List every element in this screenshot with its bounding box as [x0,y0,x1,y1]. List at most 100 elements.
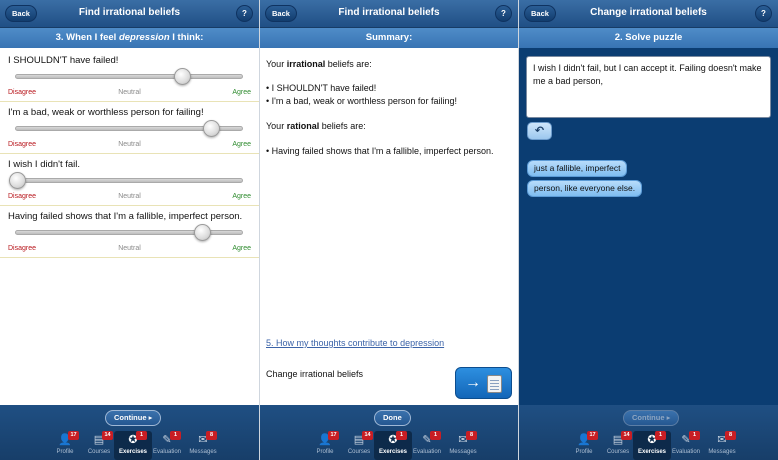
tab-label: Courses [606,449,630,455]
rating-slider-thumb[interactable] [174,68,192,85]
rating-slider-track[interactable] [15,178,243,183]
notification-badge: 1 [655,431,666,440]
notification-badge: 17 [68,431,79,440]
tab-exercises[interactable]: ✪ 1 Exercises [374,431,412,460]
heading-pre: Your [266,121,285,131]
step-header-emotion: depression [118,32,170,43]
puzzle-piece[interactable]: person, like everyone else. [527,180,643,197]
irrational-belief-item: • I'm a bad, weak or worthless person fo… [266,96,457,106]
tab-label: Profile [316,449,334,455]
notification-badge: 17 [328,431,339,440]
bottom-bar: Continue ▸ 👤 17 Profile ▤ 14 Courses ✪ 1 Exercis… [519,405,778,460]
notification-badge: 14 [362,431,373,440]
tab-label: Messages [449,449,477,455]
heading-post: beliefs are: [327,59,372,69]
tab-label: Exercises [118,449,148,455]
neutral-label: Neutral [118,89,141,96]
change-beliefs-button[interactable]: → [455,367,512,399]
tab-label: Profile [56,449,74,455]
notification-badge: 17 [587,431,598,440]
nav-bar: Back Find irrational beliefs ? [0,0,259,28]
tab-label: Evaluation [412,449,442,455]
puzzle-piece[interactable]: just a fallible, imperfect [527,160,628,177]
rating-slider-thumb[interactable] [203,120,220,137]
continue-button[interactable]: Continue ▸ [623,410,680,426]
heading-pre: Your [266,59,285,69]
step-header-suffix: I think: [172,32,204,43]
tab-courses[interactable]: ▤ 14 Courses [80,431,118,460]
arrow-right-icon: → [465,374,481,391]
agree-label: Agree [232,141,251,148]
tab-messages[interactable]: ✉ 8 Messages [184,431,222,460]
tab-profile[interactable]: 👤 17 Profile [306,431,344,460]
nav-title: Change irrational beliefs [590,7,707,18]
thoughts-link[interactable]: 5. How my thoughts contribute to depress… [266,338,444,348]
step-header-prefix: 3. When I feel [55,32,117,43]
tab-courses[interactable]: ▤ 14 Courses [599,431,637,460]
rational-heading: Your rational beliefs are: [266,120,512,132]
notification-badge: 8 [725,431,736,440]
heading-bold: irrational [286,59,326,69]
answer-text-box: I wish I didn't fail, but I can accept i… [526,56,771,118]
neutral-label: Neutral [118,245,141,252]
tab-exercises[interactable]: ✪ 1 Exercises [633,431,671,460]
rating-slider-track[interactable] [15,74,243,79]
tab-evaluation[interactable]: ✎ 1 Evaluation [667,431,705,460]
agree-label: Agree [232,193,251,200]
tab-evaluation[interactable]: ✎ 1 Evaluation [148,431,186,460]
notification-badge: 8 [466,431,477,440]
agree-label: Agree [232,89,251,96]
nav-title: Find irrational beliefs [338,7,440,18]
tab-label: Evaluation [152,449,182,455]
tab-label: Exercises [378,449,408,455]
undo-icon[interactable]: ↶ [527,122,552,140]
notification-badge: 14 [102,431,113,440]
rating-slider-thumb[interactable] [194,224,212,241]
tab-label: Messages [189,449,217,455]
neutral-label: Neutral [118,141,141,148]
screen-change-irrational-beliefs: Back Change irrational beliefs ? 2. Solv… [519,0,778,460]
bottom-bar: Done 👤 17 Profile ▤ 14 Courses ✪ 1 Exercises ✎ 1 Ev… [260,405,518,460]
tab-bar: 👤 17 Profile ▤ 14 Courses ✪ 1 Exercises ✎ 1 Evaluat… [0,431,259,460]
help-button[interactable]: ? [495,5,512,22]
nav-title: Find irrational beliefs [78,7,181,18]
notification-badge: 1 [396,431,407,440]
continue-button[interactable]: Continue ▸ [105,410,162,426]
notification-badge: 8 [206,431,217,440]
tab-courses[interactable]: ▤ 14 Courses [340,431,378,460]
tab-label: Courses [347,449,371,455]
agree-label: Agree [232,245,251,252]
tab-profile[interactable]: 👤 17 Profile [565,431,603,460]
tab-profile[interactable]: 👤 17 Profile [46,431,84,460]
change-beliefs-label: Change irrational beliefs [266,369,364,379]
nav-bar: Back Find irrational beliefs ? [260,0,518,28]
document-icon [487,375,502,393]
bottom-bar: Continue ▸ 👤 17 Profile ▤ 14 Courses ✪ 1 Exercis… [0,405,259,460]
tab-messages[interactable]: ✉ 8 Messages [444,431,482,460]
nav-bar: Back Change irrational beliefs ? [519,0,778,28]
screen-find-irrational-beliefs-rating: Back Find irrational beliefs ? 3. When I… [0,0,259,460]
tab-label: Courses [87,449,111,455]
belief-rating-row: I'm a bad, weak or worthless person for … [0,102,259,154]
notification-badge: 1 [430,431,441,440]
heading-bold: rational [286,121,320,131]
notification-badge: 1 [136,431,147,440]
belief-statement: Having failed shows that I'm a fallible,… [8,211,243,222]
notification-badge: 1 [689,431,700,440]
step-header: 3. When I feel depression I think: [0,28,259,48]
heading-post: beliefs are: [321,121,366,131]
tab-label: Exercises [637,449,667,455]
help-button[interactable]: ? [236,5,253,22]
rating-slider-thumb[interactable] [9,172,26,189]
tab-label: Profile [575,449,593,455]
belief-statement: I SHOULDN'T have failed! [8,55,119,66]
tab-evaluation[interactable]: ✎ 1 Evaluation [408,431,446,460]
help-button[interactable]: ? [755,5,772,22]
step-header: 2. Solve puzzle [519,28,778,48]
done-button[interactable]: Done [374,410,411,426]
tab-messages[interactable]: ✉ 8 Messages [703,431,741,460]
belief-statement: I wish I didn't fail. [8,159,81,170]
belief-rating-row: I SHOULDN'T have failed! Disagree Neutra… [0,50,259,102]
tab-exercises[interactable]: ✪ 1 Exercises [114,431,152,460]
belief-statement: I'm a bad, weak or worthless person for … [8,107,204,118]
